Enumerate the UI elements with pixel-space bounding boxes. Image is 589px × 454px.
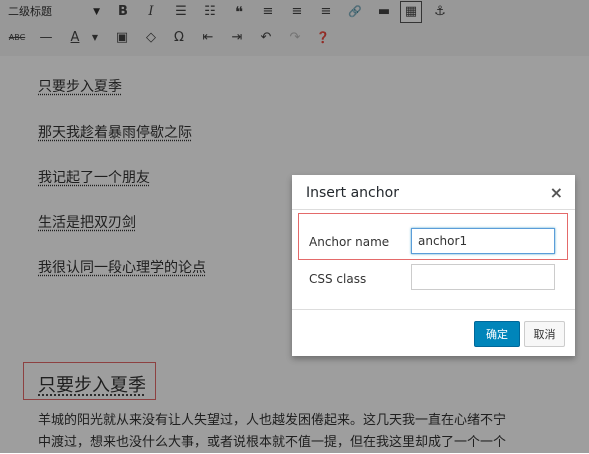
ok-button[interactable]: 确定 [474, 321, 520, 347]
divider [292, 309, 575, 310]
dialog-title: Insert anchor [306, 185, 399, 201]
divider [292, 209, 575, 210]
css-class-label: CSS class [309, 272, 367, 286]
anchor-name-label: Anchor name [309, 235, 390, 249]
close-icon[interactable]: × [550, 183, 563, 202]
css-class-input[interactable] [411, 264, 555, 290]
cancel-button[interactable]: 取消 [524, 321, 565, 347]
anchor-name-input[interactable] [411, 228, 555, 254]
insert-anchor-dialog: Insert anchor × Anchor name CSS class 确定… [292, 175, 575, 356]
